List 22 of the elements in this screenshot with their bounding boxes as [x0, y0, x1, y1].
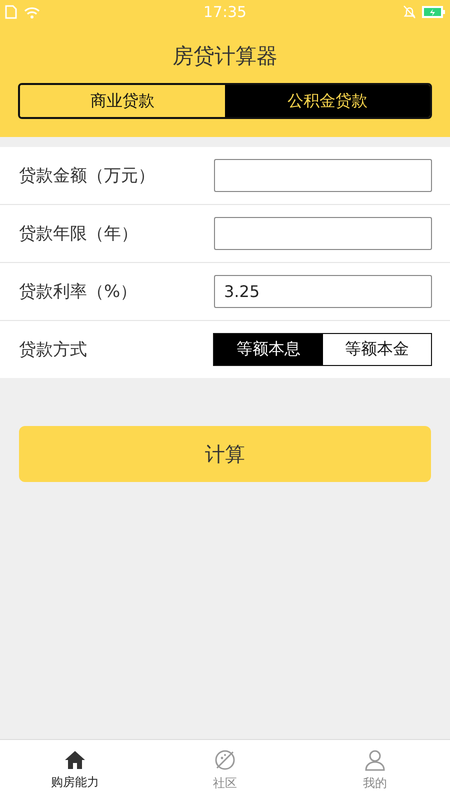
status-time: 17:35 — [203, 3, 247, 21]
page-title: 房贷计算器 — [172, 43, 278, 70]
battery-icon — [422, 6, 446, 18]
wifi-icon — [24, 6, 40, 18]
loan-type-tab[interactable]: 公积金贷款 — [225, 85, 430, 117]
input-field[interactable]: 3.25 — [214, 275, 432, 308]
field-label: 贷款利率（%） — [19, 281, 138, 303]
input-field[interactable] — [214, 159, 432, 192]
bell-off-icon — [402, 5, 416, 19]
field-label: 贷款金额（万元） — [19, 165, 155, 187]
calculate-button[interactable]: 计算 — [19, 426, 431, 482]
nav-item[interactable]: 我的 — [300, 740, 450, 800]
sim-icon — [4, 5, 18, 19]
home-icon — [64, 750, 86, 770]
input-field[interactable] — [214, 217, 432, 250]
planet-icon — [214, 748, 236, 770]
field-label: 贷款方式 — [19, 339, 87, 361]
person-icon — [365, 748, 385, 770]
repayment-option[interactable]: 等额本息 — [214, 334, 322, 365]
nav-item[interactable]: 购房能力 — [0, 740, 150, 800]
field-label: 贷款年限（年） — [19, 223, 138, 245]
nav-item[interactable]: 社区 — [150, 740, 300, 800]
